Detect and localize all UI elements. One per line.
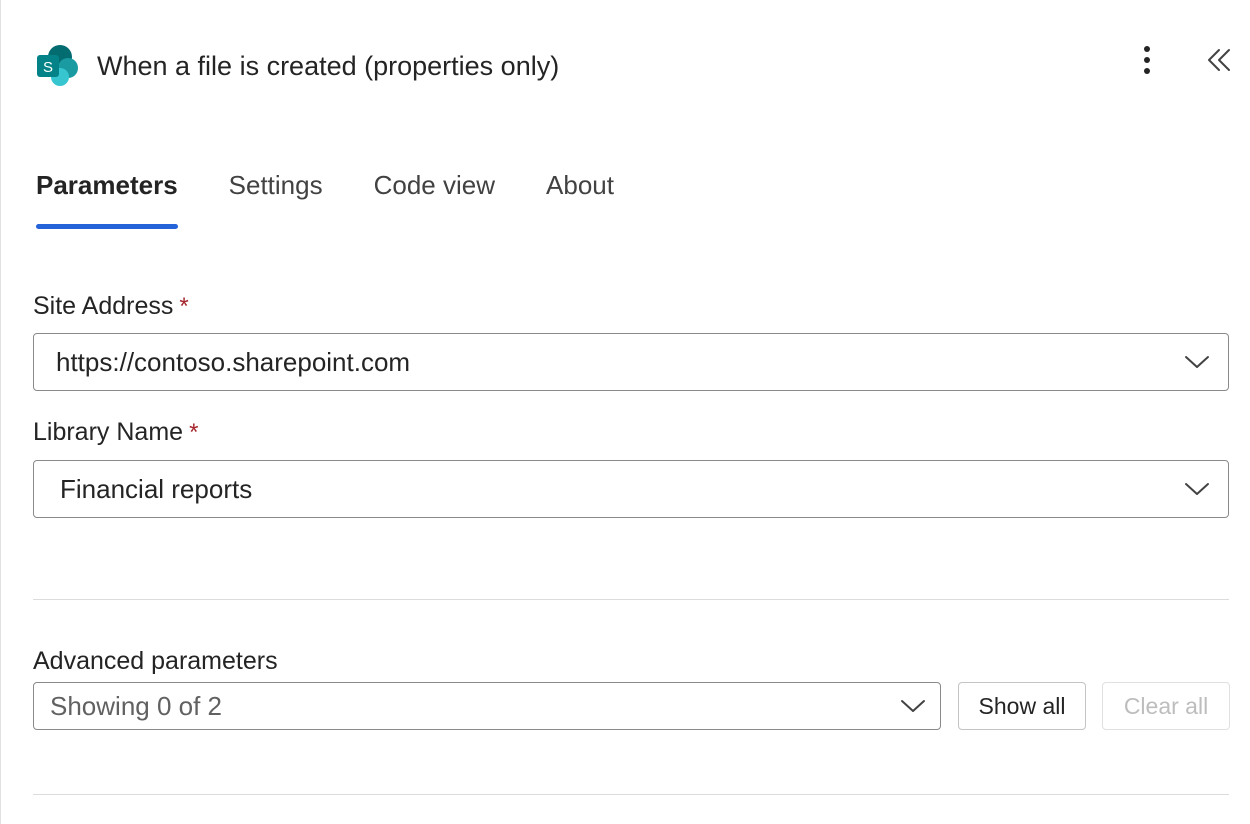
section-divider — [33, 599, 1229, 600]
library-name-value: Financial reports — [60, 473, 253, 504]
collapse-panel-button[interactable] — [1199, 40, 1239, 80]
clear-all-button[interactable]: Clear all — [1102, 682, 1230, 730]
tab-parameters[interactable]: Parameters — [36, 170, 178, 229]
chevron-down-icon — [1185, 356, 1209, 368]
advanced-parameters-value: Showing 0 of 2 — [50, 690, 223, 721]
tab-code-view[interactable]: Code view — [374, 170, 495, 227]
sharepoint-icon: S — [35, 43, 81, 89]
site-address-value: https://contoso.sharepoint.com — [56, 346, 411, 377]
required-indicator: * — [189, 419, 199, 446]
chevron-down-icon — [1185, 483, 1209, 495]
library-name-dropdown[interactable]: Financial reports — [33, 460, 1229, 518]
library-name-label-text: Library Name — [33, 418, 184, 446]
advanced-parameters-row: Showing 0 of 2 Show all Clear all — [33, 682, 1230, 730]
double-chevron-left-icon — [1208, 49, 1230, 71]
advanced-parameters-label: Advanced parameters — [33, 647, 278, 675]
tab-settings[interactable]: Settings — [229, 170, 323, 227]
panel-header: S When a file is created (properties onl… — [35, 36, 559, 96]
advanced-parameters-dropdown[interactable]: Showing 0 of 2 — [33, 682, 941, 730]
chevron-down-icon — [901, 700, 925, 712]
show-all-button[interactable]: Show all — [958, 682, 1086, 730]
site-address-label-text: Site Address — [33, 292, 174, 320]
svg-text:S: S — [43, 59, 53, 76]
required-indicator: * — [179, 293, 189, 320]
tab-about[interactable]: About — [546, 170, 614, 227]
panel-title: When a file is created (properties only) — [97, 50, 560, 81]
section-divider — [33, 794, 1229, 795]
site-address-label: Site Address * — [33, 292, 189, 321]
trigger-details-panel: S When a file is created (properties onl… — [0, 0, 1250, 824]
more-vertical-icon — [1144, 46, 1150, 74]
tab-list: Parameters Settings Code view About — [36, 170, 614, 229]
library-name-label: Library Name * — [33, 418, 198, 447]
more-options-button[interactable] — [1129, 40, 1165, 80]
site-address-dropdown[interactable]: https://contoso.sharepoint.com — [33, 333, 1229, 391]
